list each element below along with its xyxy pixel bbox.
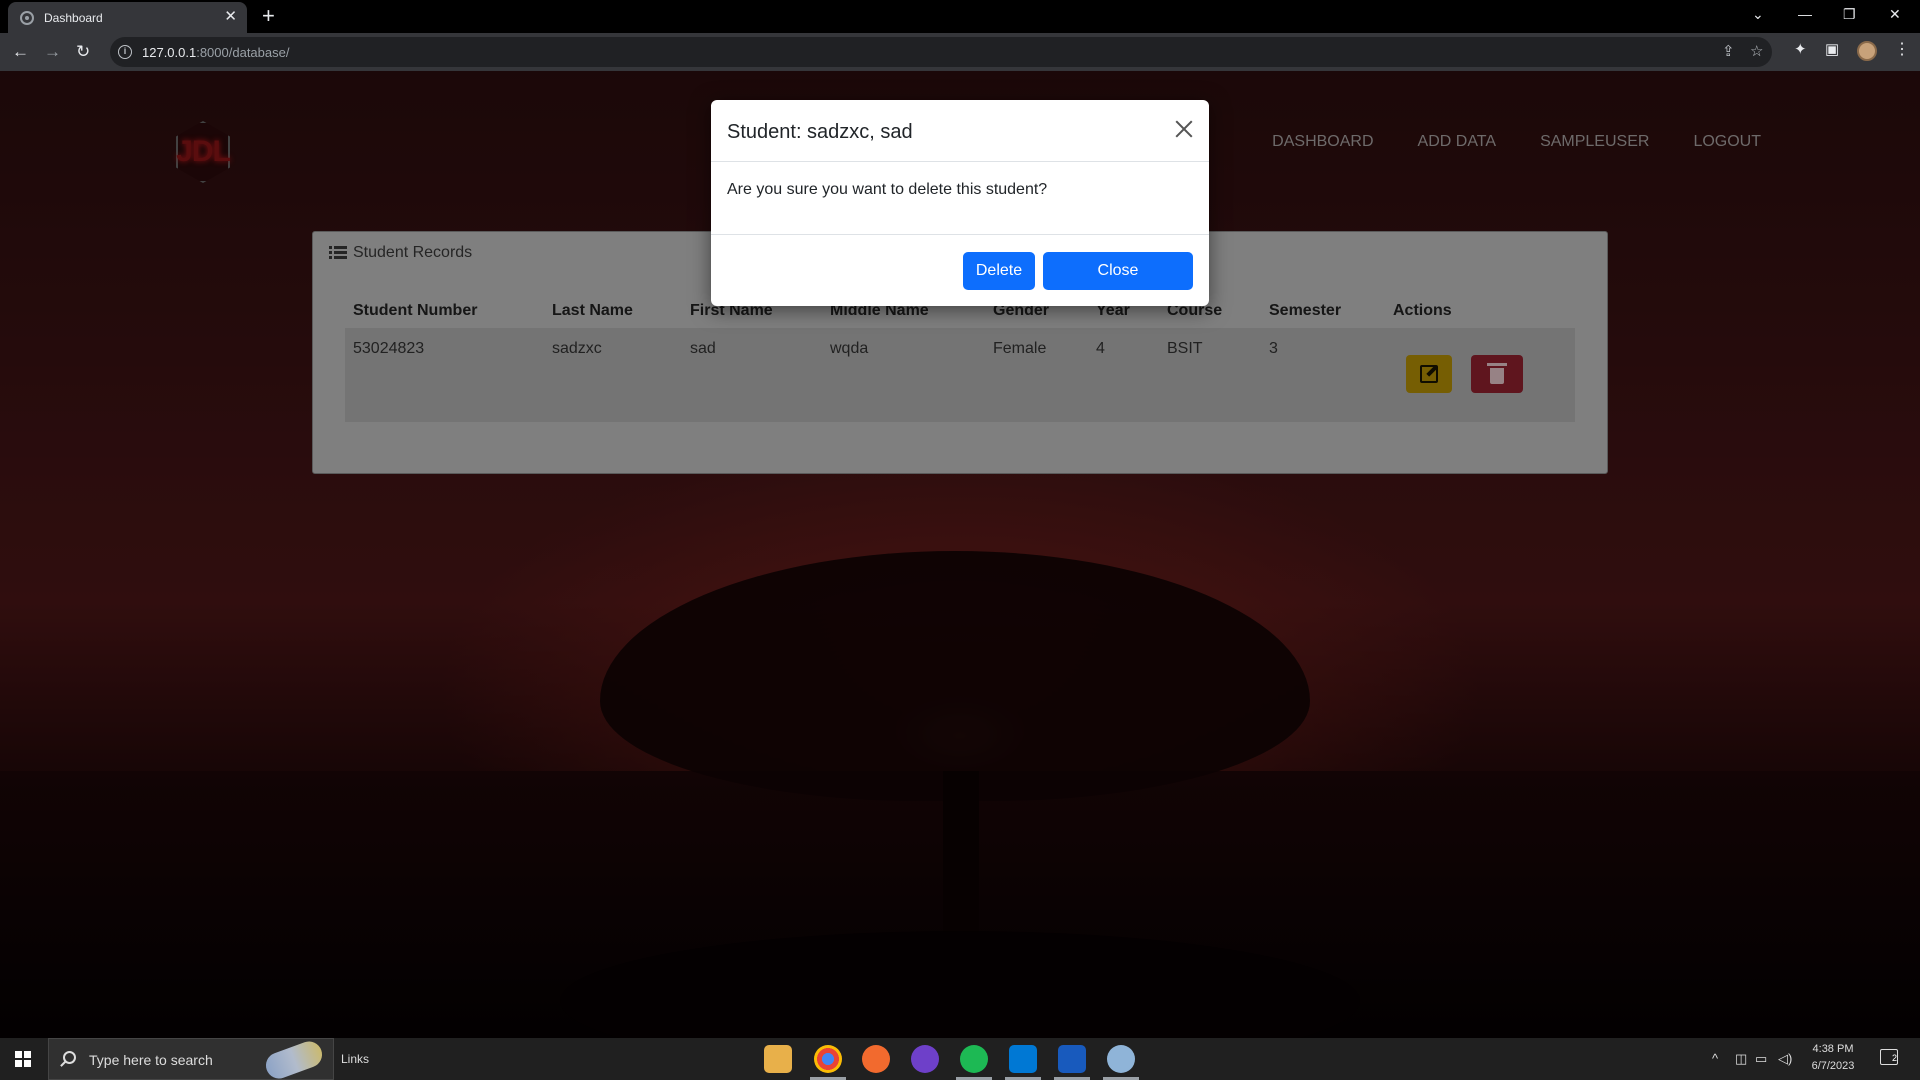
windows-start-icon[interactable]: [15, 1051, 31, 1067]
tab-close-icon[interactable]: ✕: [224, 8, 237, 26]
bookmark-star-icon[interactable]: ☆: [1750, 43, 1763, 61]
notification-center-icon[interactable]: 2: [1880, 1049, 1898, 1065]
url-text[interactable]: 127.0.0.1:8000/database/: [142, 45, 289, 60]
modal-title: Student: sadzxc, sad: [727, 121, 913, 143]
search-highlight-image: [262, 1037, 326, 1080]
taskbar-search-placeholder: Type here to search: [89, 1052, 213, 1068]
modal-footer: Delete Close: [711, 234, 1209, 306]
volume-icon[interactable]: ◁): [1778, 1051, 1792, 1067]
side-panel-icon[interactable]: ▣: [1825, 41, 1839, 59]
modal-close-button[interactable]: Close: [1043, 252, 1193, 290]
address-bar[interactable]: i 127.0.0.1:8000/database/ ⇪ ☆: [110, 37, 1772, 67]
tray-overflow-icon[interactable]: ^: [1712, 1051, 1718, 1067]
word-icon[interactable]: [1058, 1045, 1086, 1073]
browser-menu-icon[interactable]: ⋮: [1894, 40, 1910, 60]
meet-now-icon[interactable]: ◫: [1735, 1051, 1747, 1067]
spotify-icon[interactable]: [960, 1045, 988, 1073]
taskbar-search[interactable]: Type here to search: [48, 1037, 334, 1080]
confirm-delete-button[interactable]: Delete: [963, 252, 1035, 290]
new-tab-button[interactable]: +: [262, 4, 275, 28]
browser-tab-strip: Dashboard ✕ + ⌄ — ❐ ✕: [0, 0, 1920, 33]
url-path: :8000/database/: [196, 45, 290, 60]
share-icon[interactable]: ⇪: [1722, 43, 1735, 61]
windows-taskbar: Type here to search Links ^ ◫ ▭ ◁) 4:38 …: [0, 1037, 1920, 1080]
modal-close-icon[interactable]: [1173, 118, 1195, 140]
forward-icon[interactable]: →: [44, 41, 61, 63]
modal-header: Student: sadzxc, sad: [711, 100, 1209, 162]
links-toolbar[interactable]: Links: [341, 1052, 369, 1066]
paint-icon[interactable]: [1107, 1045, 1135, 1073]
url-host: 127.0.0.1: [142, 45, 197, 60]
globe-icon: [20, 11, 34, 25]
close-window-button[interactable]: ✕: [1889, 4, 1901, 24]
github-desktop-icon[interactable]: [911, 1045, 939, 1073]
back-icon[interactable]: ←: [12, 41, 29, 63]
minimize-button[interactable]: —: [1798, 4, 1812, 24]
restore-button[interactable]: ❐: [1843, 4, 1856, 24]
clock-date[interactable]: 6/7/2023: [1805, 1060, 1861, 1072]
tab-search-icon[interactable]: ⌄: [1752, 4, 1764, 24]
clock-time[interactable]: 4:38 PM: [1805, 1043, 1861, 1055]
reload-icon[interactable]: ↻: [76, 41, 90, 63]
vscode-icon[interactable]: [1009, 1045, 1037, 1073]
tab-title: Dashboard: [44, 11, 103, 25]
site-info-icon[interactable]: i: [118, 45, 132, 59]
search-icon: [63, 1051, 76, 1064]
network-icon[interactable]: ▭: [1755, 1051, 1767, 1067]
delete-confirm-modal: Student: sadzxc, sad Are you sure you wa…: [711, 100, 1209, 306]
page-background: JDL DASHBOARD ADD DATA SAMPLEUSER LOGOUT…: [0, 71, 1920, 1038]
profile-avatar[interactable]: [1857, 41, 1877, 61]
browser-tab[interactable]: Dashboard ✕: [8, 2, 247, 33]
file-explorer-icon[interactable]: [764, 1045, 792, 1073]
browser-toolbar: ← → ↻ i 127.0.0.1:8000/database/ ⇪ ☆ ✦ ▣: [0, 33, 1920, 71]
modal-message: Are you sure you want to delete this stu…: [727, 181, 1048, 198]
extensions-icon[interactable]: ✦: [1794, 41, 1807, 59]
chrome-icon[interactable]: [814, 1045, 842, 1073]
postman-icon[interactable]: [862, 1045, 890, 1073]
